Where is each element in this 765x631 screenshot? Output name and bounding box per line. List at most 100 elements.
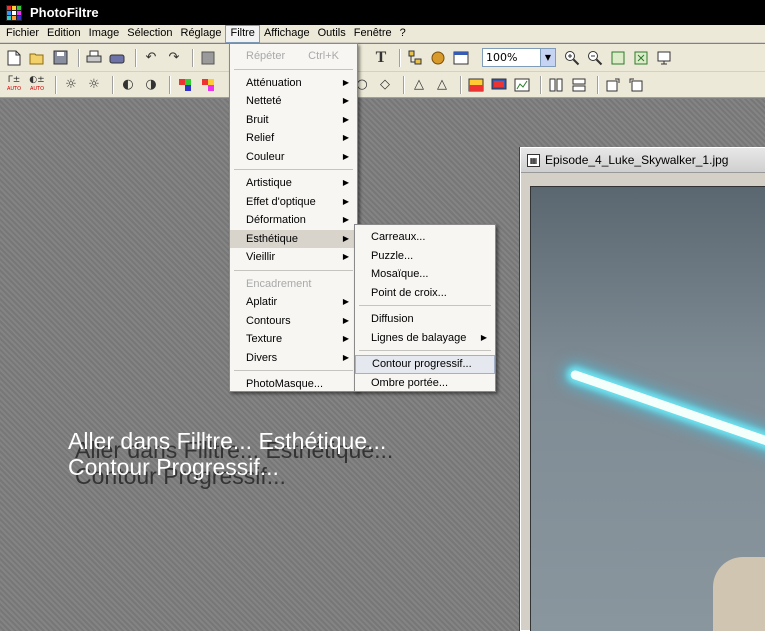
save-disk-icon[interactable] <box>50 48 70 68</box>
menu-item-label: Carreaux... <box>371 231 426 243</box>
image-window-title-bar[interactable]: ▦ Episode_4_Luke_Skywalker_1.jpg <box>521 148 765 173</box>
rotate-left-icon[interactable] <box>603 75 623 95</box>
menu-item-label: Bruit <box>246 113 269 126</box>
menu-item-couleur[interactable]: Couleur ▶ <box>230 148 357 167</box>
menu-item-point-de-croix[interactable]: Point de croix... <box>355 284 495 303</box>
scanner-icon[interactable] <box>107 48 127 68</box>
menu-item-artistique[interactable]: Artistique ▶ <box>230 174 357 193</box>
zoom-out-icon[interactable] <box>585 48 605 68</box>
filter-toolbar: Γ±AUTO ◐±AUTO ☼ ☼ ◐ ◑ △ ○ ◇ △ △ <box>0 72 765 98</box>
menu-item-label: Déformation <box>246 214 306 226</box>
toolbar-separator <box>540 75 541 94</box>
redo-icon[interactable]: ↷ <box>164 48 184 68</box>
menu-item-effet-optique[interactable]: Effet d'optique ▶ <box>230 193 357 212</box>
auto-levels-icon[interactable]: Γ± AUTO <box>4 75 24 95</box>
menu-separator <box>234 169 353 170</box>
new-file-icon[interactable] <box>4 48 24 68</box>
emboss-icon[interactable]: △ <box>432 75 452 95</box>
menu-item-repeter[interactable]: Répéter Ctrl+K <box>230 47 357 66</box>
menu-item-deformation[interactable]: Déformation ▶ <box>230 211 357 230</box>
mirror-icon[interactable] <box>546 75 566 95</box>
sharpen-more-icon[interactable]: △ <box>409 75 429 95</box>
menu-item-divers[interactable]: Divers ▶ <box>230 349 357 368</box>
sharpen-icon[interactable]: ◇ <box>375 75 395 95</box>
menu-filtre[interactable]: Filtre <box>225 24 260 43</box>
submenu-arrow-icon: ▶ <box>342 77 349 87</box>
undo-icon[interactable]: ↶ <box>141 48 161 68</box>
menu-item-bruit[interactable]: Bruit ▶ <box>230 111 357 130</box>
menu-item-aplatir[interactable]: Aplatir ▶ <box>230 293 357 312</box>
menu-item-carreaux[interactable]: Carreaux... <box>355 228 495 247</box>
zoom-in-icon[interactable] <box>562 48 582 68</box>
menu-item-mosaique[interactable]: Mosaïque... <box>355 265 495 284</box>
menu-item-label: Répéter <box>246 50 286 62</box>
menu-item-contour-progressif[interactable]: Contour progressif... <box>355 355 495 374</box>
menu-affichage[interactable]: Affichage <box>260 25 314 43</box>
caption-line-2: Contour Progressif... <box>68 454 279 480</box>
rotate-right-icon[interactable] <box>626 75 646 95</box>
toolbar-separator <box>192 48 193 67</box>
window-icon[interactable] <box>451 48 471 68</box>
histogram-icon[interactable] <box>512 75 532 95</box>
menu-item-label: Contours <box>246 314 291 327</box>
text-tool-icon[interactable]: T <box>371 48 391 68</box>
submenu-arrow-icon: ▶ <box>342 151 349 161</box>
print-icon[interactable] <box>84 48 104 68</box>
menu-item-lignes-de-balayage[interactable]: Lignes de balayage ▶ <box>355 329 495 348</box>
filtre-dropdown-menu: Répéter Ctrl+K Atténuation ▶ Netteté ▶ Bru… <box>229 43 358 392</box>
menu-item-esthetique[interactable]: Esthétique ▶ <box>230 229 357 248</box>
menu-edition[interactable]: Edition <box>43 25 85 43</box>
menu-separator <box>234 269 353 271</box>
image-canvas[interactable] <box>530 186 765 631</box>
fullscreen-icon[interactable] <box>654 48 674 68</box>
zoom-select[interactable]: 100% ▼ <box>482 48 556 67</box>
app-title: PhotoFiltre <box>30 5 99 20</box>
chevron-down-icon[interactable]: ▼ <box>540 49 555 66</box>
saturation-down-icon[interactable] <box>175 75 195 95</box>
explorer-icon[interactable] <box>405 48 425 68</box>
actual-size-icon[interactable] <box>608 48 628 68</box>
menu-outils[interactable]: Outils <box>314 25 350 43</box>
menu-item-contours[interactable]: Contours ▶ <box>230 312 357 331</box>
menu-item-puzzle[interactable]: Puzzle... <box>355 247 495 266</box>
menu-item-texture[interactable]: Texture ▶ <box>230 330 357 349</box>
menu-fenetre[interactable]: Fenêtre <box>350 25 396 43</box>
display-icon[interactable] <box>489 75 509 95</box>
auto-contrast-icon[interactable]: ◐± AUTO <box>27 75 47 95</box>
menu-item-encadrement[interactable]: Encadrement <box>230 275 357 294</box>
menu-selection[interactable]: Sélection <box>123 25 176 43</box>
main-toolbar: ↶ ↷ T 100% ▼ <box>0 44 765 72</box>
open-folder-icon[interactable] <box>27 48 47 68</box>
menu-item-diffusion[interactable]: Diffusion <box>355 310 495 329</box>
auto-label: AUTO <box>6 85 22 92</box>
menu-item-vieillir[interactable]: Vieillir ▶ <box>230 248 357 267</box>
contrast-up-icon[interactable]: ◑ <box>141 75 161 95</box>
menu-help[interactable]: ? <box>396 25 410 43</box>
menu-item-nettete[interactable]: Netteté ▶ <box>230 92 357 111</box>
menu-fichier[interactable]: Fichier <box>2 25 43 43</box>
flip-icon[interactable] <box>569 75 589 95</box>
brightness-up-icon[interactable]: ☼ <box>84 75 104 95</box>
lightsaber-image-detail <box>569 369 765 456</box>
menu-item-attenuation[interactable]: Atténuation ▶ <box>230 74 357 93</box>
image-size-icon[interactable] <box>198 48 218 68</box>
figure-image-detail <box>713 557 765 631</box>
menu-item-label: Couleur <box>246 150 285 163</box>
menu-item-label: Atténuation <box>246 76 302 89</box>
brightness-down-icon[interactable]: ☼ <box>61 75 81 95</box>
image-window[interactable]: ▦ Episode_4_Luke_Skywalker_1.jpg <box>520 147 765 631</box>
automation-icon[interactable] <box>428 48 448 68</box>
menu-item-ombre-portee[interactable]: Ombre portée... <box>355 374 495 393</box>
submenu-arrow-icon: ▶ <box>342 196 349 206</box>
menu-reglage[interactable]: Réglage <box>177 25 226 43</box>
menu-item-photomasque[interactable]: PhotoMasque... <box>230 375 357 394</box>
fit-window-icon[interactable] <box>631 48 651 68</box>
submenu-arrow-icon: ▶ <box>342 96 349 105</box>
gradient-icon[interactable] <box>466 75 486 95</box>
saturation-up-icon[interactable] <box>198 75 218 95</box>
menu-item-relief[interactable]: Relief ▶ <box>230 129 357 148</box>
contrast-down-icon[interactable]: ◐ <box>118 75 138 95</box>
menu-image[interactable]: Image <box>85 25 124 43</box>
toolbar-separator <box>169 75 170 94</box>
menu-item-label: Texture <box>246 333 283 345</box>
